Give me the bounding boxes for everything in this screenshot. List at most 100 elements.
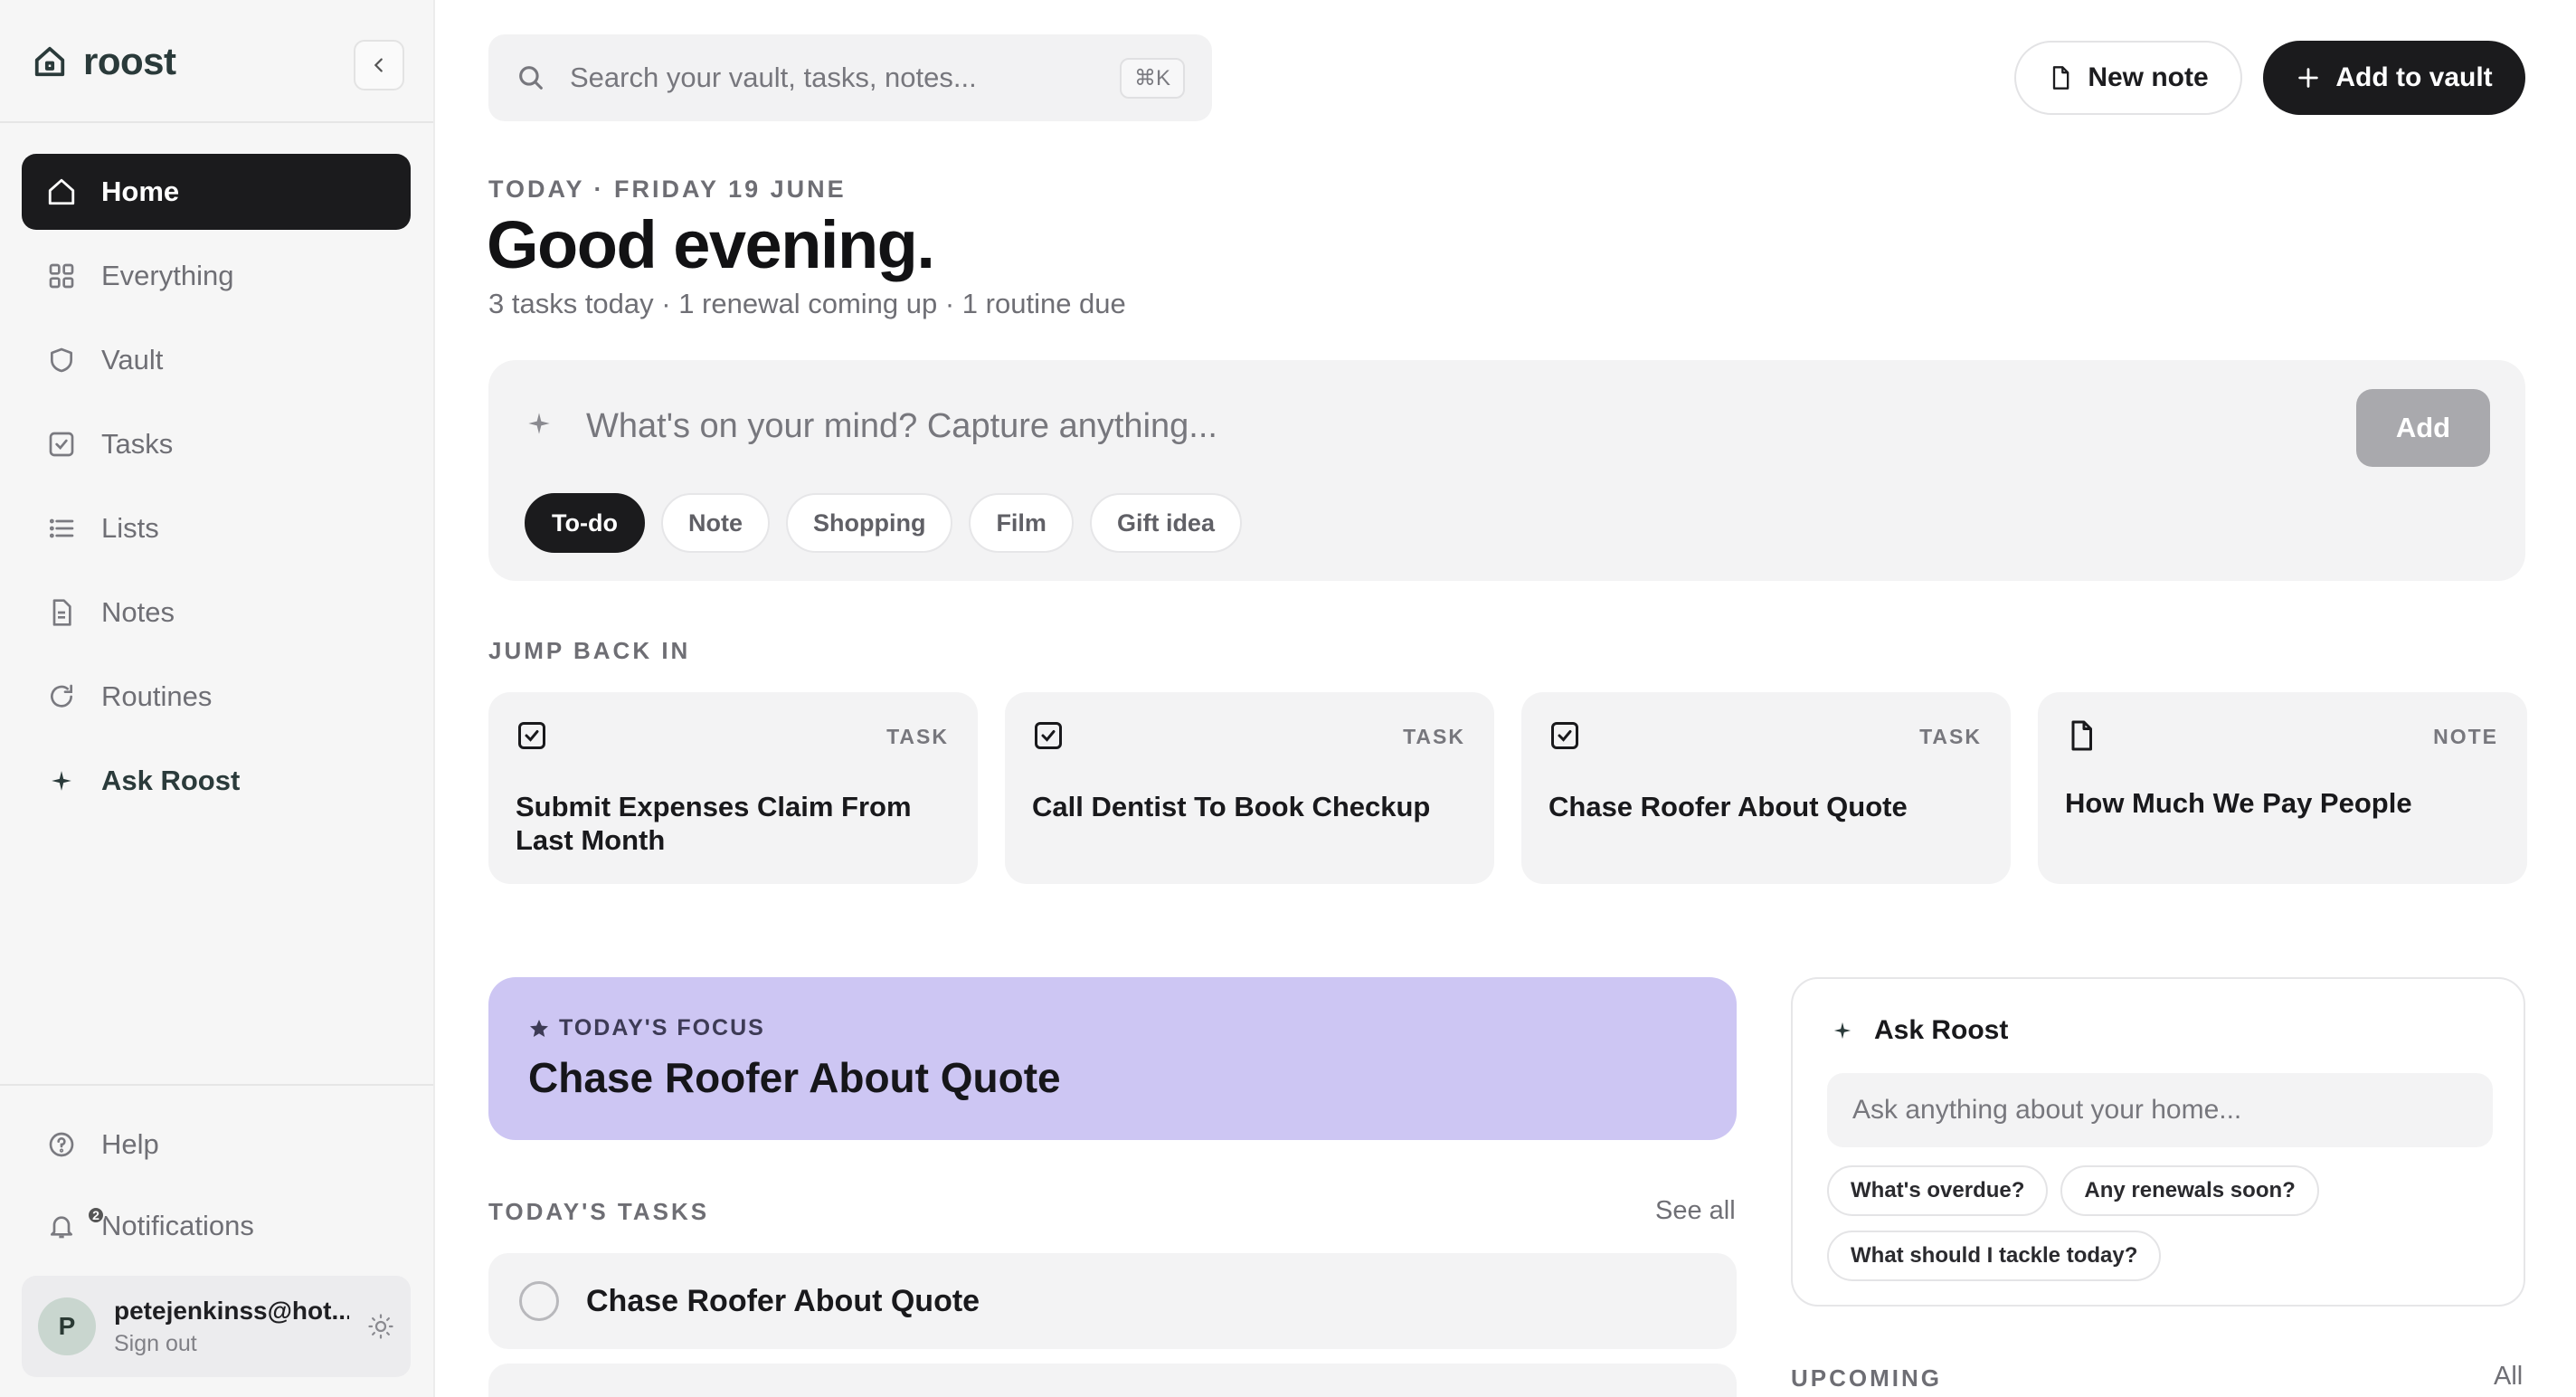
card-title: Call Dentist To Book Checkup: [1032, 791, 1431, 822]
chip-note[interactable]: Note: [660, 493, 770, 553]
avatar: P: [38, 1297, 96, 1355]
plus-icon: [2298, 68, 2319, 88]
checkbox-icon: [518, 722, 545, 749]
chip-todo[interactable]: To-do: [525, 493, 645, 553]
sidebar-item-label: Notifications: [101, 1210, 254, 1241]
sidebar-item-label: Everything: [101, 260, 234, 291]
search-input[interactable]: Search your vault, tasks, notes...: [570, 62, 1120, 94]
todays-tasks-label: TODAY'S TASKS: [488, 1198, 710, 1225]
sidebar-divider: [0, 121, 433, 123]
brand-name: roost: [83, 40, 176, 82]
search-bar[interactable]: Search your vault, tasks, notes... ⌘K: [488, 34, 1212, 121]
sidebar-item-help[interactable]: Help: [22, 1108, 411, 1181]
card-type: TASK: [886, 725, 949, 748]
card-type: NOTE: [2433, 725, 2498, 748]
sidebar-divider: [0, 1084, 433, 1086]
date-label: TODAY · FRIDAY 19 JUNE: [488, 176, 847, 203]
refresh-icon: [51, 684, 72, 708]
sign-out-link[interactable]: Sign out: [114, 1331, 367, 1357]
recent-card[interactable]: NOTE How Much We Pay People: [2038, 692, 2527, 884]
capture-type-chips: To-do Note Shopping Film Gift idea: [525, 493, 1242, 553]
grid-icon: [49, 263, 74, 289]
day-summary: 3 tasks today · 1 renewal coming up · 1 …: [488, 288, 1126, 319]
ask-roost-title: Ask Roost: [1874, 1015, 2009, 1045]
card-title: Chase Roofer About Quote: [1548, 791, 1908, 822]
checkbox-icon: [49, 432, 74, 457]
sidebar-item-notifications[interactable]: 2 Notifications: [22, 1190, 411, 1262]
sparkle-icon: [1833, 1022, 1852, 1040]
suggestion-chip[interactable]: What should I tackle today?: [1827, 1231, 2162, 1281]
user-email: petejenkinss@hot...: [114, 1296, 349, 1325]
sidebar-item-tasks[interactable]: Tasks: [22, 406, 411, 482]
sidebar-item-label: Tasks: [101, 428, 174, 460]
chip-film[interactable]: Film: [969, 493, 1074, 553]
upcoming-label: UPCOMING: [1791, 1364, 1942, 1392]
bell-icon: [51, 1216, 72, 1239]
suggestion-chip[interactable]: Any renewals soon?: [2060, 1165, 2319, 1216]
sidebar-nav: Home Everything Vault Tasks Lists Notes …: [22, 154, 411, 827]
search-icon: [519, 66, 543, 90]
sidebar-item-label: Ask Roost: [101, 765, 241, 796]
add-to-vault-label: Add to vault: [2335, 62, 2493, 92]
sidebar-item-routines[interactable]: Routines: [22, 659, 411, 735]
focus-label: TODAY'S FOCUS: [528, 1015, 765, 1041]
sidebar: roost Home Everything Vault Tasks Lists …: [0, 0, 435, 1397]
capture-input[interactable]: What's on your mind? Capture anything...: [586, 407, 1217, 446]
brand[interactable]: roost: [33, 40, 176, 83]
sidebar-item-lists[interactable]: Lists: [22, 490, 411, 566]
sidebar-item-label: Routines: [101, 680, 213, 712]
focus-title: Chase Roofer About Quote: [528, 1054, 1061, 1101]
sidebar-item-ask-roost[interactable]: Ask Roost: [22, 743, 411, 819]
task-row[interactable]: Chase Roofer About Quote: [488, 1253, 1737, 1349]
page-title: Good evening.: [487, 207, 935, 282]
home-icon: [48, 178, 75, 205]
task-title: Chase Roofer About Quote: [586, 1283, 980, 1318]
see-all-tasks-link[interactable]: See all: [1655, 1196, 1736, 1226]
ask-roost-input[interactable]: Ask anything about your home...: [1827, 1073, 2493, 1147]
sidebar-bottom-nav: Help 2 Notifications: [22, 1108, 411, 1271]
sidebar-item-label: Home: [101, 176, 180, 207]
add-to-vault-button[interactable]: Add to vault: [2263, 41, 2525, 115]
chip-shopping[interactable]: Shopping: [785, 493, 953, 553]
star-icon: [530, 1019, 548, 1037]
search-shortcut-hint: ⌘K: [1119, 57, 1185, 99]
document-icon: [52, 599, 71, 626]
jump-back-label: JUMP BACK IN: [488, 637, 691, 664]
focus-label-text: TODAY'S FOCUS: [559, 1015, 765, 1041]
document-icon: [2071, 720, 2092, 751]
ask-roost-panel: Ask Roost Ask anything about your home..…: [1791, 977, 2525, 1307]
recent-card[interactable]: TASK Chase Roofer About Quote: [1521, 692, 2011, 884]
sidebar-item-label: Help: [101, 1128, 159, 1160]
sidebar-item-home[interactable]: Home: [22, 154, 411, 230]
todays-focus-card[interactable]: TODAY'S FOCUS Chase Roofer About Quote: [488, 977, 1737, 1140]
sun-icon[interactable]: [367, 1313, 394, 1340]
task-checkbox[interactable]: [519, 1281, 559, 1321]
recent-card[interactable]: TASK Call Dentist To Book Checkup: [1005, 692, 1494, 884]
user-info: petejenkinss@hot... Sign out: [114, 1297, 367, 1357]
quick-capture: What's on your mind? Capture anything...…: [488, 360, 2525, 581]
house-logo-icon: [34, 46, 65, 77]
sidebar-item-everything[interactable]: Everything: [22, 238, 411, 314]
sidebar-item-label: Notes: [101, 596, 175, 628]
card-title: How Much We Pay People: [2065, 787, 2412, 819]
suggestion-chip[interactable]: What's overdue?: [1827, 1165, 2049, 1216]
list-icon: [49, 518, 74, 538]
notification-count-badge: 2: [87, 1206, 105, 1224]
sidebar-item-label: Lists: [101, 512, 159, 544]
upcoming-all-link[interactable]: All: [2494, 1362, 2523, 1392]
checkbox-icon: [1035, 722, 1062, 749]
user-card[interactable]: P petejenkinss@hot... Sign out: [22, 1276, 411, 1377]
task-row[interactable]: [488, 1364, 1737, 1397]
sparkle-icon: [528, 413, 550, 434]
collapse-sidebar-button[interactable]: [354, 40, 404, 90]
chip-gift-idea[interactable]: Gift idea: [1089, 493, 1242, 553]
sidebar-item-vault[interactable]: Vault: [22, 322, 411, 398]
help-icon: [49, 1132, 74, 1157]
new-note-button[interactable]: New note: [2014, 41, 2242, 115]
capture-add-button[interactable]: Add: [2356, 389, 2490, 467]
ask-suggestions: What's overdue? Any renewals soon? What …: [1827, 1165, 2496, 1281]
recent-card[interactable]: TASK Submit Expenses Claim From Last Mon…: [488, 692, 978, 884]
chevron-left-icon: [374, 58, 383, 72]
card-type: TASK: [1403, 725, 1465, 748]
sidebar-item-notes[interactable]: Notes: [22, 575, 411, 651]
